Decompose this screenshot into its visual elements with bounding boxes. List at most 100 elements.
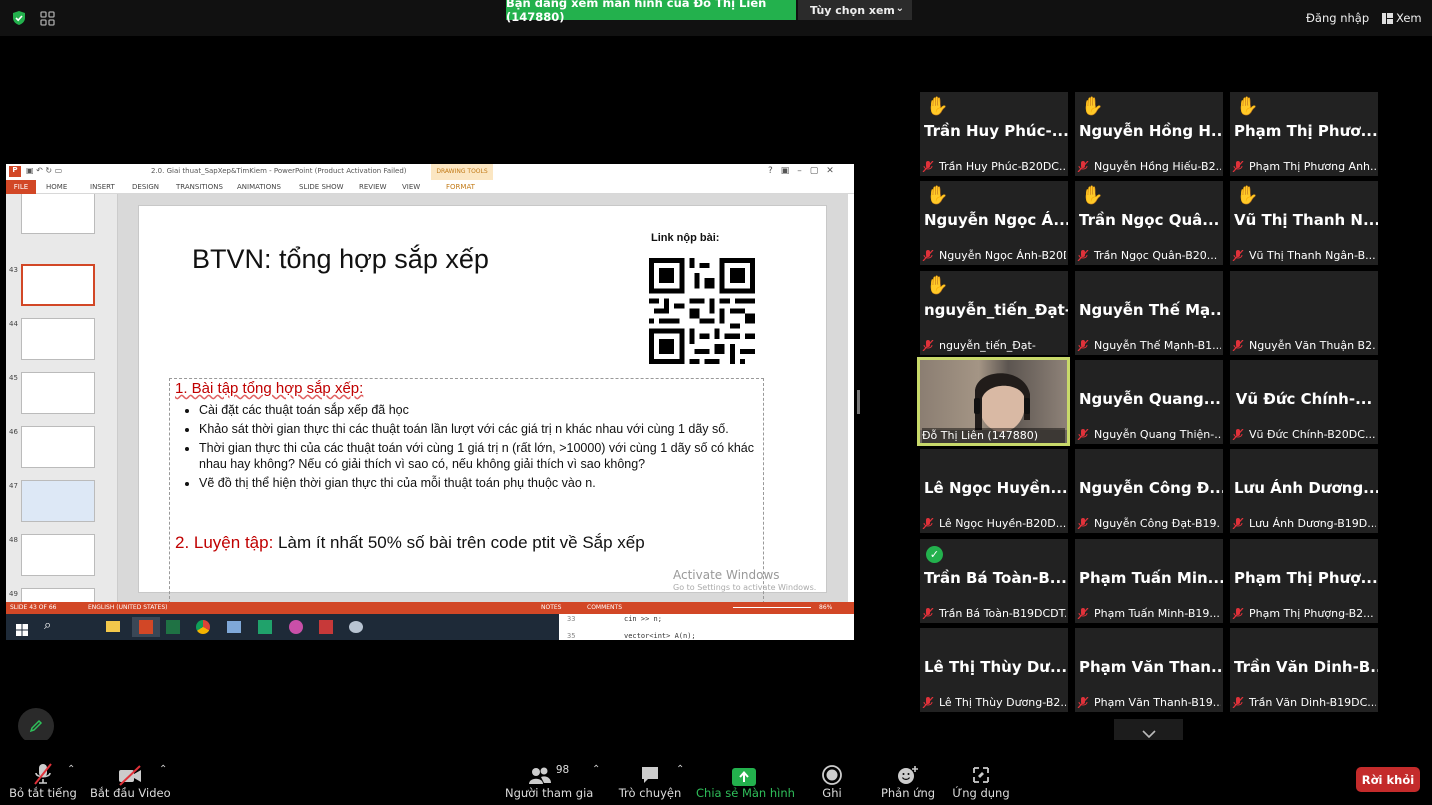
grid-icon[interactable] [40,11,55,26]
tab-format[interactable]: FORMAT [446,183,475,191]
participant-tile[interactable]: Lưu Ánh Dương... Lưu Ánh Dương-B19D... [1230,449,1378,534]
slide-canvas[interactable]: BTVN: tổng hợp sắp xếp Link nộp bài: 1. … [138,205,827,604]
quick-access-icons[interactable]: ▣ ↶ ↻ ▭ [26,166,62,175]
app-taskbar-icon[interactable] [258,620,272,634]
shared-screen[interactable]: P ▣ ↶ ↻ ▭ 2.0. Giai thuat_SapXep&TimKiem… [6,164,854,640]
apps-button[interactable]: Ứng dụng [950,758,1012,800]
participant-display-name: Phạm Thị Phươ... [1234,122,1378,140]
search-icon[interactable]: ⌕ [44,618,51,633]
participant-tile[interactable]: Nguyễn Công Đ... Nguyễn Công Đạt-B19... [1075,449,1223,534]
slide-thumbnail[interactable] [21,194,95,234]
slide-thumbnail[interactable] [21,318,95,360]
start-video-button[interactable]: Bắt đầu Video [90,758,171,800]
shield-icon[interactable] [11,10,27,26]
tab-insert[interactable]: INSERT [90,183,115,191]
reactions-button[interactable]: Phản ứng [878,758,938,800]
windows-start-icon[interactable] [16,621,28,636]
participant-label: Nguyễn Ngọc Ánh-B20DC... [922,248,1066,263]
slide-thumbnail[interactable] [21,588,95,602]
share-screen-button[interactable]: Chia sẻ Màn hình [696,758,795,800]
slide-thumbnail[interactable] [21,480,95,522]
powerpoint-taskbar-icon[interactable] [132,617,160,637]
participant-tile[interactable]: ✋ Phạm Thị Phươ... Phạm Thị Phương Anh... [1230,92,1378,176]
participant-tile[interactable]: Đỗ Thị Liên (147880) [917,356,1070,446]
chevron-up-icon[interactable]: ⌃ [159,764,167,775]
window-controls[interactable]: ?▣–▢✕ [768,166,842,176]
notes-button[interactable]: NOTES [541,604,561,611]
tab-review[interactable]: REVIEW [359,183,386,191]
participant-tile[interactable]: ✋ Trần Huy Phúc-... Trần Huy Phúc-B20DC... [920,92,1068,176]
zoom-slider[interactable] [733,607,811,608]
window-title: 2.0. Giai thuat_SapXep&TimKiem - PowerPo… [151,167,407,175]
participant-label: Nguyễn Thế Mạnh-B1... [1077,338,1221,353]
tab-view[interactable]: VIEW [402,183,420,191]
slide-thumbnail[interactable] [21,372,95,414]
record-button[interactable]: Ghi [810,758,854,800]
participant-tile[interactable]: ✋ Nguyễn Ngọc Á... Nguyễn Ngọc Ánh-B20DC..… [920,181,1068,266]
microphone-muted-icon [1232,428,1244,440]
excel-taskbar-icon[interactable] [166,620,180,634]
chrome-taskbar-icon[interactable] [196,620,210,634]
view-options-button[interactable]: Tùy chọn xem ⌄ [798,0,912,20]
participant-tile[interactable]: ✋ Trần Ngọc Quâ... Trần Ngọc Quân-B20... [1075,181,1223,266]
participant-tile[interactable]: Lê Thị Thùy Dư... Lê Thị Thùy Dương-B2... [920,627,1068,712]
slide-thumbnail-selected[interactable] [21,264,95,306]
participant-tile[interactable]: Phạm Văn Than... Phạm Văn Thanh-B19... [1075,627,1223,712]
tab-design[interactable]: DESIGN [132,183,159,191]
participant-name: Vũ Đức Chính-B20DC... [1249,427,1376,441]
microphone-muted-icon [1077,250,1089,262]
participant-tile[interactable]: ✋ Vũ Thị Thanh N... Vũ Thị Thanh Ngân-B... [1230,181,1378,266]
tab-file[interactable]: FILE [6,180,36,194]
app-taskbar-icon[interactable] [227,621,241,633]
participant-label: Trần Bá Toàn-B19DCDT... [922,606,1066,621]
app-taskbar-icon[interactable] [319,620,333,634]
participant-tile[interactable]: Nguyễn Thế Mạ... Nguyễn Thế Mạnh-B1... [1075,270,1223,355]
slide-thumbnail[interactable] [21,426,95,468]
tab-animations[interactable]: ANIMATIONS [237,183,281,191]
participant-label: Nguyễn Công Đạt-B19... [1077,516,1221,531]
participant-display-name: Trần Huy Phúc-... [924,122,1068,140]
chat-button[interactable]: Trò chuyện [618,758,682,800]
language-indicator[interactable]: ENGLISH (UNITED STATES) [88,604,168,611]
participant-tile[interactable]: Vũ Đức Chính-... Vũ Đức Chính-B20DC... [1230,359,1378,444]
chevron-up-icon[interactable]: ⌃ [592,764,600,775]
participant-name: Nguyễn Hồng Hiếu-B2... [1094,160,1221,173]
slide-thumbnail[interactable] [21,534,95,576]
login-button[interactable]: Đăng nhập [1306,11,1369,25]
code-line-number: 35 [567,632,576,640]
participant-name: Lê Thị Thùy Dương-B2... [939,695,1066,709]
reactions-label: Phản ứng [880,786,936,800]
tab-slide-show[interactable]: SLIDE SHOW [299,183,344,191]
thumbnail-number: 45 [9,374,18,382]
comments-button[interactable]: COMMENTS [587,604,622,611]
microphone-muted-icon [1232,518,1244,530]
practice-heading: 2. Luyện tập: [175,533,274,552]
tab-transitions[interactable]: TRANSITIONS [176,183,223,191]
qr-code-image [649,258,755,364]
view-button[interactable]: Xem [1382,11,1422,25]
participant-tile[interactable]: Lê Ngọc Huyền... Lê Ngọc Huyền-B20D... [920,449,1068,534]
slide-thumbnails[interactable]: 43 44 45 46 47 48 49 [6,194,118,602]
chevron-up-icon[interactable]: ⌃ [67,764,75,775]
app-taskbar-icon[interactable] [289,620,303,634]
file-explorer-icon[interactable] [106,621,120,632]
participants-button[interactable]: 98 Người tham gia [505,758,593,800]
participant-tile[interactable]: Trần Văn Dinh-B... Trần Văn Dinh-B19DC... [1230,627,1378,712]
annotate-pencil-button[interactable] [18,708,54,744]
app-taskbar-icon[interactable] [349,621,363,633]
participant-tile[interactable]: Phạm Tuấn Min... Phạm Tuấn Minh-B19... [1075,538,1223,623]
chevron-up-icon[interactable]: ⌃ [676,764,684,775]
participant-tile[interactable]: Phạm Thị Phượ... Phạm Thị Phượng-B2... [1230,538,1378,623]
participant-tile[interactable]: Nguyễn Văn Thuận B2... [1230,270,1378,355]
microphone-muted-icon [1232,607,1244,619]
split-handle[interactable] [857,390,860,414]
participant-tile[interactable]: ✓ Trần Bá Toàn-B... Trần Bá Toàn-B19DCDT..… [920,538,1068,623]
tab-home[interactable]: HOME [46,183,67,191]
leave-button[interactable]: Rời khỏi [1356,767,1420,792]
raised-hand-icon: ✋ [926,96,949,117]
participant-tile[interactable]: ✋ Nguyễn Hồng H... Nguyễn Hồng Hiếu-B2... [1075,92,1223,176]
participant-tile[interactable]: Nguyễn Quang... Nguyễn Quang Thiện-... [1075,359,1223,444]
zoom-level[interactable]: 86% [819,604,832,611]
participant-tile[interactable]: ✋ nguyễn_tiến_Đạt-nguyễn_tiến_Đạt- [920,270,1068,355]
participant-name: Trần Ngọc Quân-B20... [1094,249,1218,263]
